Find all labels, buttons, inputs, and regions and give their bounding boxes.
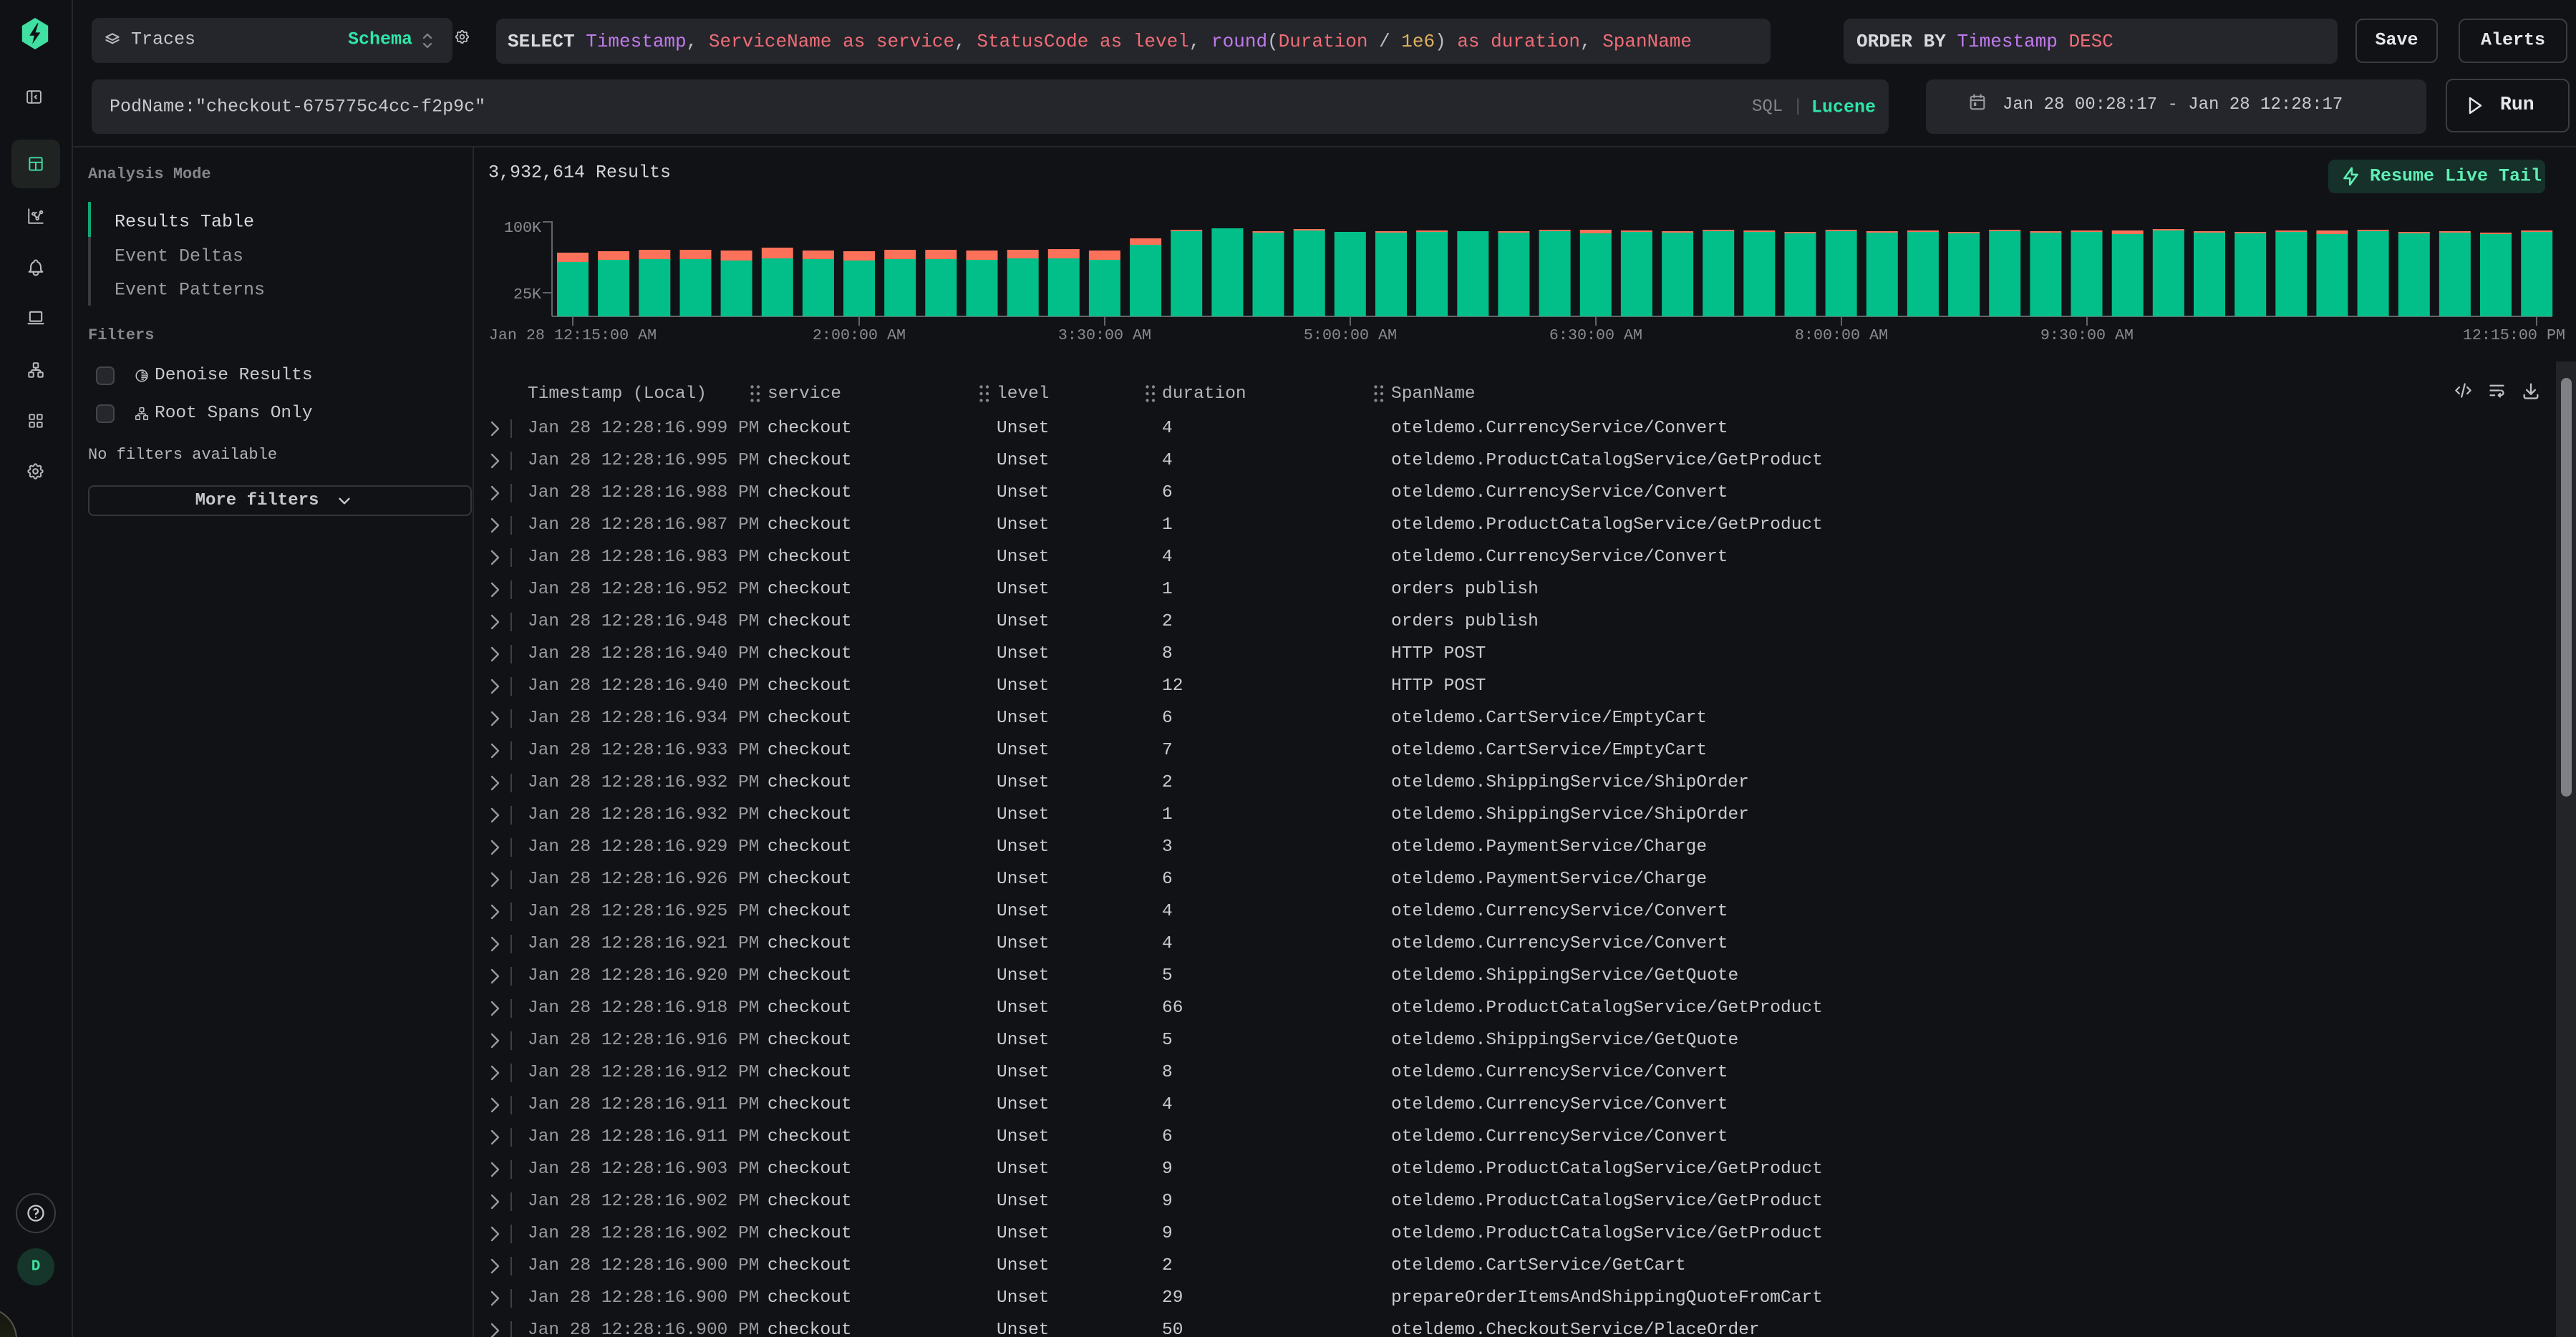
- svg-text:2:00:00 AM: 2:00:00 AM: [813, 326, 906, 344]
- svg-text:5:00:00 AM: 5:00:00 AM: [1304, 326, 1397, 344]
- svg-text:3:30:00 AM: 3:30:00 AM: [1058, 326, 1151, 344]
- svg-text:Jan 28 12:15:00 AM: Jan 28 12:15:00 AM: [489, 326, 657, 344]
- svg-text:8:00:00 AM: 8:00:00 AM: [1795, 326, 1888, 344]
- svg-text:9:30:00 AM: 9:30:00 AM: [2040, 326, 2134, 344]
- svg-text:6:30:00 AM: 6:30:00 AM: [1549, 326, 1642, 344]
- svg-text:12:15:00 PM: 12:15:00 PM: [2463, 326, 2565, 344]
- svg-text:100K: 100K: [504, 219, 541, 237]
- svg-text:25K: 25K: [513, 286, 541, 303]
